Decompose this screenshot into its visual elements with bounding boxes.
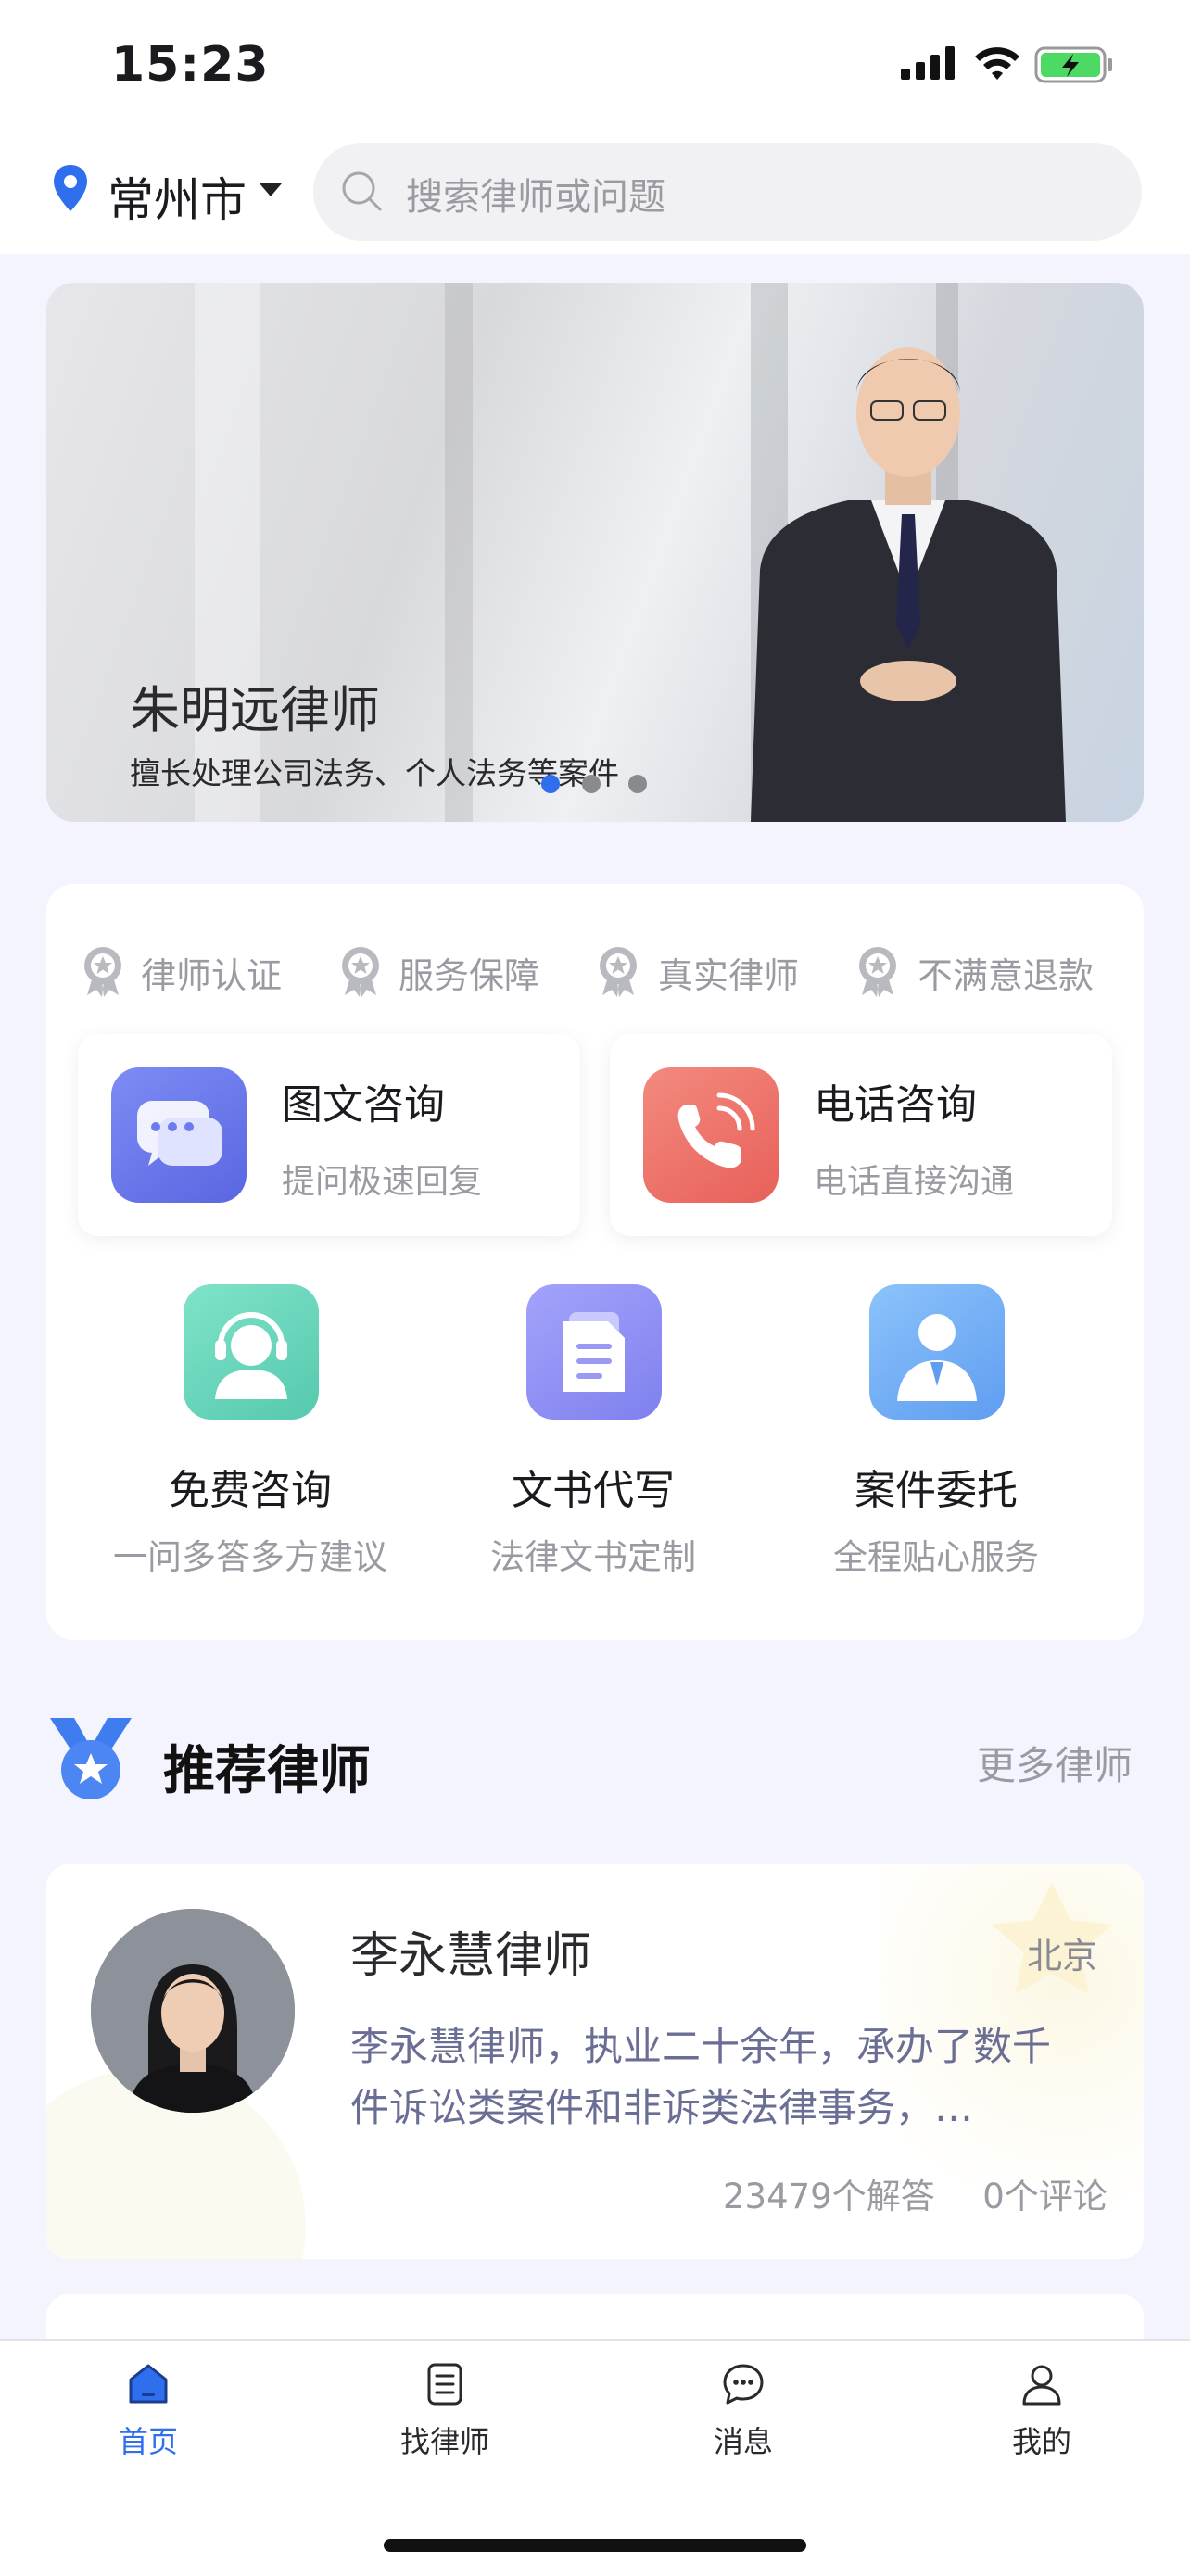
carousel-dot-active[interactable] [541,775,560,793]
phone-icon [643,1067,779,1203]
tab-find-lawyer[interactable]: 找律师 [352,2361,538,2461]
tile-subtitle: 提问极速回复 [282,1163,483,1201]
service-title[interactable]: 案件委托 [760,1457,1112,1516]
lawyer-name[interactable]: 李永慧律师 [350,1916,591,1986]
badge-label: 不满意退款 [918,955,1095,996]
answer-count: 23479个解答 [723,2177,935,2216]
document-icon[interactable] [526,1284,662,1420]
lawyer-city-badge: 北京 [1027,1936,1098,1976]
carousel-dot[interactable] [628,775,647,793]
search-icon [342,171,382,211]
location-pin-icon[interactable] [52,163,89,213]
headset-icon[interactable] [184,1284,319,1420]
tile-subtitle: 电话直接沟通 [814,1163,1015,1201]
user-icon [1022,2365,1061,2406]
service-title[interactable]: 免费咨询 [74,1457,426,1516]
service-subtitle: 一问多答多方建议 [113,1537,387,1577]
list-icon [427,2363,462,2406]
tab-label: 我的 [1011,2424,1071,2459]
chat-bubbles-icon [111,1067,247,1203]
badge-label: 服务保障 [399,955,540,996]
avatar[interactable] [91,1909,295,2113]
lawyer-stats: 23479个解答 0个评论 [723,2168,1108,2218]
tab-label: 找律师 [399,2424,489,2459]
tab-label: 首页 [118,2424,178,2459]
comment-count: 0个评论 [982,2177,1108,2216]
tab-profile[interactable]: 我的 [949,2361,1134,2461]
tab-home[interactable]: 首页 [56,2361,241,2461]
carousel-dot[interactable] [582,775,601,793]
badge-label: 律师认证 [141,955,283,996]
chevron-down-icon[interactable] [260,183,282,196]
award-icon [342,947,379,997]
tab-messages[interactable]: 消息 [651,2361,836,2461]
badge-label: 真实律师 [658,955,800,996]
cellular-signal-icon [901,46,955,80]
service-title[interactable]: 文书代写 [417,1457,769,1516]
city-selector[interactable]: 常州市 [108,163,247,230]
wifi-icon [975,47,1019,80]
search-placeholder: 搜索律师或问题 [406,176,665,219]
lawyer-description: 李永慧律师，执业二十余年，承办了数千件诉讼类案件和非诉类法律事务，… [350,2024,1052,2130]
tile-title: 图文咨询 [282,1081,445,1129]
person-suit-icon[interactable] [869,1284,1005,1420]
message-icon [723,2364,764,2405]
service-subtitle: 法律文书定制 [490,1537,696,1577]
award-icon [859,947,896,997]
tile-title: 电话咨询 [814,1081,977,1129]
home-icon [129,2364,168,2404]
section-title: 推荐律师 [163,1741,371,1801]
home-indicator[interactable] [384,2539,806,2552]
medal-icon [50,1718,132,1799]
award-icon [600,947,637,997]
service-subtitle: 全程贴心服务 [833,1537,1039,1577]
banner-lawyer-name: 朱明远律师 [130,681,380,739]
battery-charging-icon [1034,46,1112,83]
status-time: 15:23 [111,37,270,93]
more-lawyers-link[interactable]: 更多律师 [977,1735,1133,1791]
tab-label: 消息 [713,2424,773,2459]
lawyer-portrait-image [751,347,1066,822]
award-icon [84,947,121,997]
